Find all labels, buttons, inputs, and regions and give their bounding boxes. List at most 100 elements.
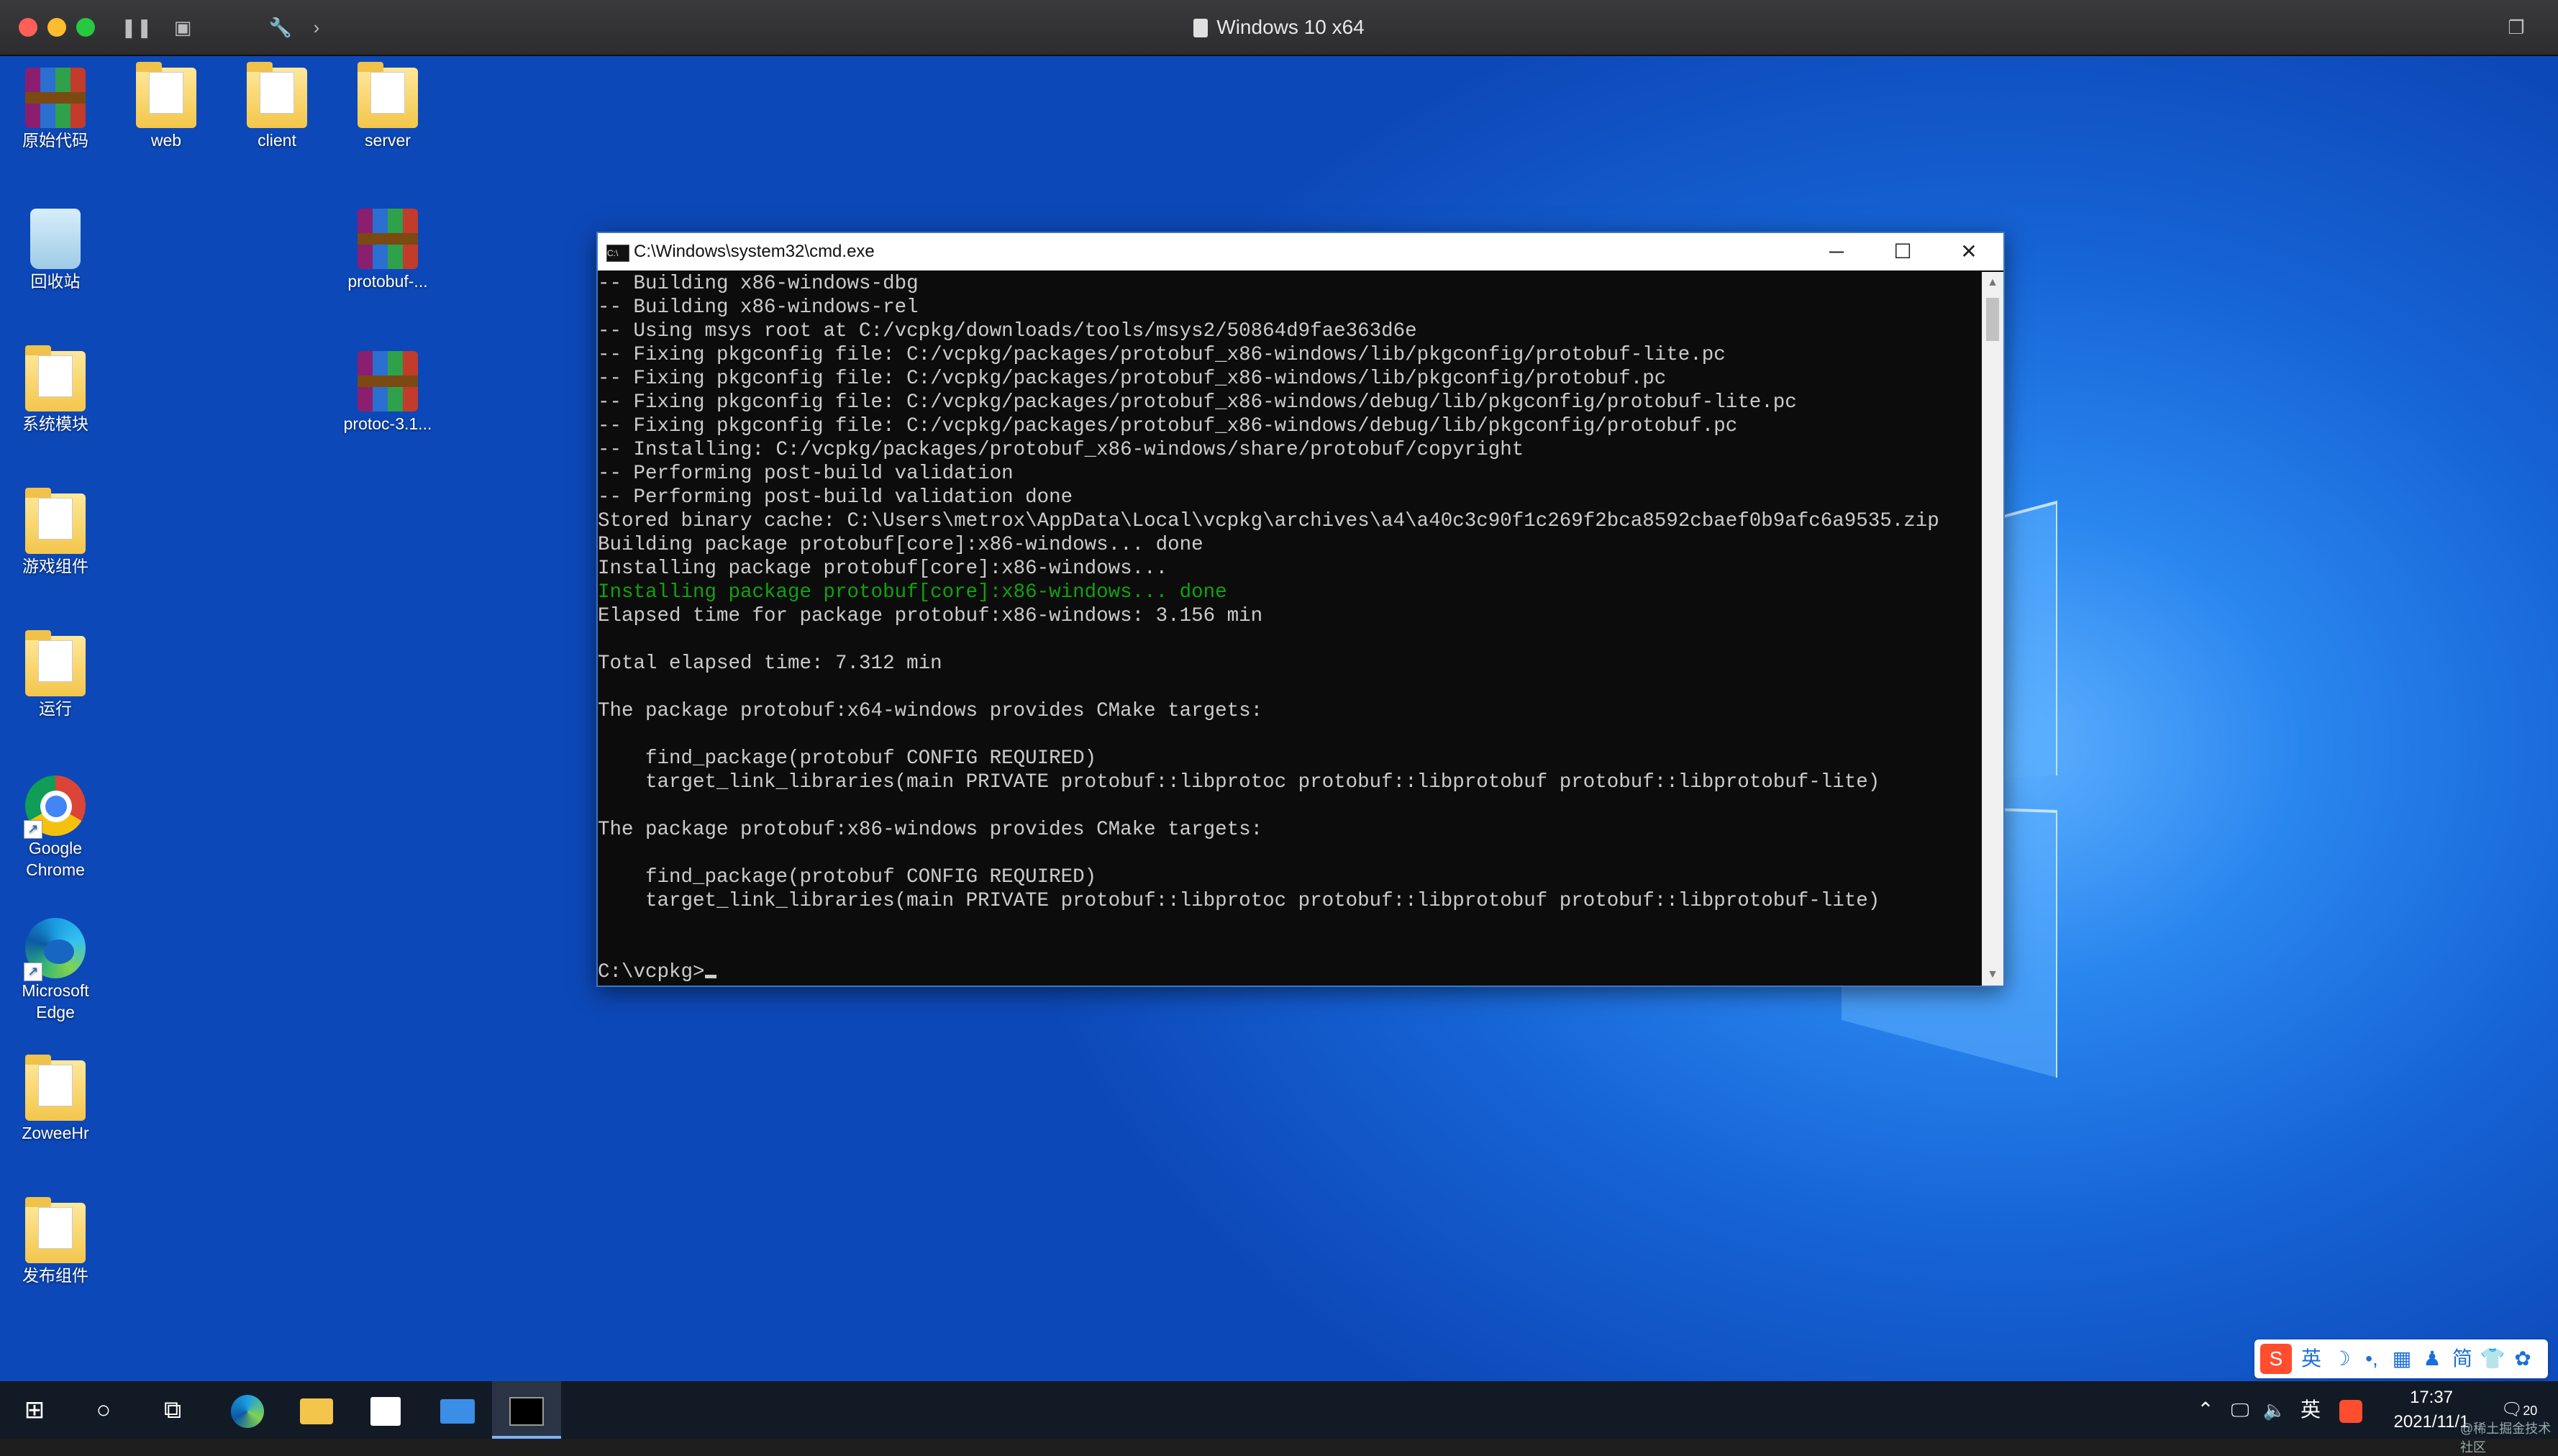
console-line: find_package(protobuf CONFIG REQUIRED) (598, 747, 1097, 770)
console-line: The package protobuf:x86-windows provide… (598, 819, 1263, 841)
vm-doc-icon (1193, 19, 1209, 37)
cmd-window-icon: C:\ (606, 245, 629, 262)
start-icon[interactable]: ⊞ (0, 1381, 69, 1439)
host-title: Windows 10 x64 (0, 0, 2558, 55)
desktop-icon-client[interactable]: client (223, 62, 331, 151)
task-view-icon[interactable]: ⧉ (138, 1381, 207, 1439)
desktop-icon-game-components[interactable]: 游戏组件 (1, 488, 109, 577)
desktop-icon-source[interactable]: 原始代码 (1, 68, 109, 151)
console-line: Stored binary cache: C:\Users\metrox\App… (598, 510, 1939, 532)
desktop-icon-edge[interactable]: ↗ Microsoft Edge (1, 918, 109, 1023)
desktop-icon-system-module[interactable]: 系统模块 (1, 345, 109, 434)
icon-label: 原始代码 (22, 131, 88, 150)
icon-label: 回收站 (30, 272, 81, 291)
icon-label: server (365, 131, 411, 150)
folder-icon (25, 1055, 86, 1121)
desktop-icon-chrome[interactable]: ↗ Google Chrome (1, 775, 109, 881)
icon-label: Microsoft Edge (22, 981, 89, 1022)
folder-icon (25, 1197, 86, 1263)
console-line: -- Building x86-windows-rel (598, 296, 919, 319)
desktop-icon-release[interactable]: 发布组件 (1, 1197, 109, 1286)
edge-icon[interactable] (213, 1381, 282, 1439)
console-line: -- Fixing pkgconfig file: C:/vcpkg/packa… (598, 368, 1667, 390)
icon-label: Google Chrome (26, 839, 85, 879)
console-line: The package protobuf:x64-windows provide… (598, 700, 1263, 722)
console-line: -- Performing post-build validation (598, 463, 1014, 485)
desktop-icon-protoc[interactable]: protoc-3.1... (334, 351, 442, 434)
console-output[interactable]: -- Building x86-windows-dbg -- Building x… (598, 272, 1979, 986)
vertical-scrollbar[interactable]: ▲ ▼ (1982, 272, 2003, 986)
notification-count: 20 (2523, 1403, 2538, 1418)
console-line: Elapsed time for package protobuf:x86-wi… (598, 605, 1263, 627)
desktop-icon-protobuf[interactable]: protobuf-... (334, 209, 442, 292)
icon-label: 系统模块 (22, 414, 88, 433)
desktop-icon-run[interactable]: 运行 (1, 630, 109, 719)
input-language-indicator[interactable]: 英 (2296, 1381, 2325, 1439)
winrar-icon (358, 351, 418, 411)
sogou-lang-toggle[interactable]: 英 (2296, 1339, 2326, 1378)
mail-icon[interactable] (423, 1381, 492, 1439)
console-prompt: C:\vcpkg> (598, 960, 1979, 984)
cmd-window[interactable]: C:\ C:\Windows\system32\cmd.exe ─ ☐ ✕ --… (596, 232, 2005, 987)
sogou-simplified-toggle[interactable]: 简 (2447, 1339, 2477, 1378)
minimize-button[interactable]: ─ (1803, 233, 1870, 270)
console-line: target_link_libraries(main PRIVATE proto… (598, 890, 1880, 912)
desktop-icon-web[interactable]: web (112, 62, 220, 151)
text-cursor (704, 975, 716, 978)
winrar-icon (358, 209, 418, 269)
icon-label: 游戏组件 (22, 557, 88, 575)
icon-label: web (150, 131, 182, 150)
folder-icon (25, 630, 86, 696)
scroll-up-icon[interactable]: ▲ (1982, 272, 2003, 294)
restore-window-icon[interactable]: ❐ (2502, 13, 2531, 42)
cortana-icon[interactable]: ○ (69, 1381, 138, 1439)
sogou-keyboard-icon[interactable]: ▦ (2387, 1339, 2417, 1378)
sogou-logo-icon[interactable]: S (2260, 1344, 2292, 1374)
console-line: -- Fixing pkgconfig file: C:/vcpkg/packa… (598, 391, 1797, 414)
clock-time: 17:37 (2409, 1388, 2454, 1407)
console-line: find_package(protobuf CONFIG REQUIRED) (598, 866, 1097, 888)
maximize-button[interactable]: ☐ (1870, 233, 1936, 270)
sogou-punct-icon[interactable]: •, (2357, 1339, 2387, 1378)
winrar-icon (25, 68, 86, 128)
console-line: -- Installing: C:/vcpkg/packages/protobu… (598, 439, 1524, 461)
chrome-icon: ↗ (24, 775, 86, 839)
console-line: target_link_libraries(main PRIVATE proto… (598, 771, 1880, 793)
desktop-icon-server[interactable]: server (334, 62, 442, 151)
sogou-tray-icon[interactable] (2338, 1381, 2364, 1439)
taskbar: ⊞ ○ ⧉ ⌃ 🖵 🔈 英 17:37 2021/11/1 🗨20 @稀土掘金技… (0, 1381, 2558, 1455)
host-title-text: Windows 10 x64 (1216, 16, 1365, 38)
icon-label: client (258, 131, 296, 150)
folder-icon (136, 62, 196, 128)
folder-icon (25, 345, 86, 411)
volume-icon[interactable]: 🔈 (2260, 1381, 2289, 1439)
cmd-titlebar[interactable]: C:\ C:\Windows\system32\cmd.exe ─ ☐ ✕ (598, 233, 2003, 270)
console-line: -- Fixing pkgconfig file: C:/vcpkg/packa… (598, 415, 1738, 437)
store-icon[interactable] (351, 1381, 420, 1439)
sogou-ime-bar[interactable]: S 英 ☽ •, ▦ ♟ 简 👕 ✿ (2254, 1339, 2548, 1378)
watermark: @稀土掘金技术社区 (2460, 1421, 2552, 1455)
cmd-title-text: C:\Windows\system32\cmd.exe (634, 242, 875, 261)
edge-icon: ↗ (24, 918, 86, 981)
folder-icon (25, 488, 86, 554)
chevron-up-icon[interactable]: ⌃ (2191, 1381, 2220, 1439)
network-icon[interactable]: 🖵 (2226, 1381, 2254, 1439)
cmd-icon[interactable] (492, 1381, 561, 1439)
file-explorer-icon[interactable] (282, 1381, 351, 1439)
close-button[interactable]: ✕ (1936, 233, 2002, 270)
sogou-settings-icon[interactable]: ✿ (2508, 1339, 2538, 1378)
desktop-icon-recycle-bin[interactable]: 回收站 (1, 209, 109, 292)
sogou-moon-icon[interactable]: ☽ (2326, 1339, 2357, 1378)
icon-label: protobuf-... (347, 272, 428, 291)
sogou-user-icon[interactable]: ♟ (2417, 1339, 2447, 1378)
desktop-icon-zoweehr[interactable]: ZoweeHr (1, 1055, 109, 1144)
sogou-skin-icon[interactable]: 👕 (2477, 1339, 2508, 1378)
scroll-thumb[interactable] (1986, 298, 1999, 341)
scroll-down-icon[interactable]: ▼ (1982, 964, 2003, 986)
recycle-bin-icon (30, 209, 81, 269)
